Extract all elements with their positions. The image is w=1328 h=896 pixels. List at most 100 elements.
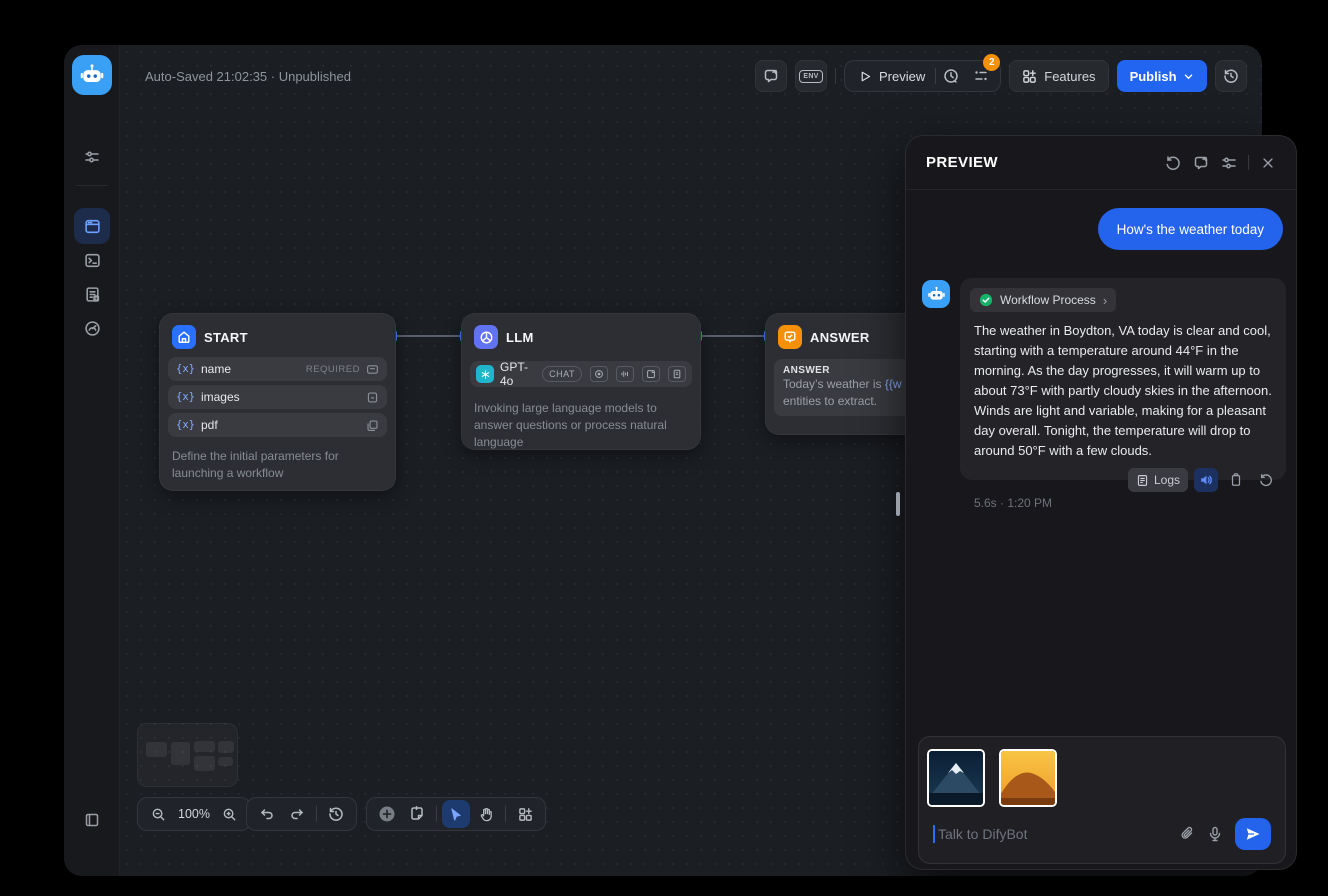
edge-llm-answer bbox=[701, 335, 765, 337]
required-tag: REQUIRED bbox=[306, 364, 360, 375]
settings-sliders-icon[interactable] bbox=[84, 149, 100, 165]
chat-input-field[interactable] bbox=[938, 826, 1173, 842]
features-button-label: Features bbox=[1044, 69, 1095, 84]
audio-capability-icon bbox=[616, 366, 634, 382]
field-name: images bbox=[201, 390, 354, 404]
change-history-button[interactable] bbox=[322, 800, 350, 828]
debug-chat-icon[interactable] bbox=[1187, 149, 1215, 177]
node-start-title: START bbox=[204, 330, 248, 345]
env-variables-button[interactable]: ENV bbox=[795, 60, 827, 92]
home-icon bbox=[172, 325, 196, 349]
app-sidebar bbox=[64, 45, 120, 876]
logs-button-label: Logs bbox=[1154, 473, 1180, 487]
edit-toolbar bbox=[366, 797, 546, 831]
zoom-in-button[interactable] bbox=[216, 800, 244, 828]
speaker-icon[interactable] bbox=[1194, 468, 1218, 492]
message-actions: Logs bbox=[1128, 468, 1278, 492]
bot-message-card: Workflow Process › The weather in Boydto… bbox=[960, 278, 1286, 480]
chat-mode-badge: CHAT bbox=[542, 366, 582, 382]
image-field-icon bbox=[366, 391, 379, 404]
message-meta: 5.6s · 1:20 PM bbox=[974, 496, 1052, 510]
pointer-tool-button[interactable] bbox=[442, 800, 470, 828]
sidebar-item-monitoring[interactable] bbox=[74, 310, 110, 346]
preview-resize-handle[interactable] bbox=[896, 492, 900, 516]
field-name: pdf bbox=[201, 418, 354, 432]
answer-text-part: Today’s weather is bbox=[783, 377, 885, 391]
user-message-bubble: How's the weather today bbox=[1098, 208, 1283, 250]
undo-button[interactable] bbox=[253, 800, 281, 828]
play-icon bbox=[859, 70, 872, 83]
llm-model-selector[interactable]: GPT-4o CHAT bbox=[470, 361, 692, 387]
answer-icon bbox=[778, 325, 802, 349]
autosave-status: Auto-Saved 21:02:35 · Unpublished bbox=[145, 69, 351, 84]
publish-button[interactable]: Publish bbox=[1117, 60, 1207, 92]
logs-icon bbox=[1136, 474, 1149, 487]
bot-message-text: The weather in Boydton, VA today is clea… bbox=[960, 312, 1286, 477]
organize-layout-button[interactable] bbox=[511, 800, 539, 828]
text-caret bbox=[933, 825, 935, 843]
node-start[interactable]: START {x} name REQUIRED {x} images {x} p… bbox=[159, 313, 396, 491]
image-capability-icon bbox=[642, 366, 660, 382]
restart-conversation-icon[interactable] bbox=[1159, 149, 1187, 177]
close-icon[interactable] bbox=[1254, 149, 1282, 177]
canvas-minimap[interactable] bbox=[137, 723, 238, 787]
topbar-actions: ENV Preview 2 Features Publish bbox=[755, 60, 1247, 92]
redo-button[interactable] bbox=[283, 800, 311, 828]
send-button[interactable] bbox=[1235, 818, 1271, 850]
edge-start-llm bbox=[396, 335, 461, 337]
workflow-process-toggle[interactable]: Workflow Process › bbox=[970, 288, 1116, 312]
openai-icon bbox=[476, 365, 494, 383]
workflow-process-label: Workflow Process bbox=[1000, 293, 1096, 307]
llm-model-name: GPT-4o bbox=[500, 360, 536, 388]
variable-prefix: {x} bbox=[176, 363, 195, 375]
variable-prefix: {x} bbox=[176, 419, 195, 431]
send-plane-icon bbox=[1245, 826, 1261, 842]
app-logo-robot-icon[interactable] bbox=[72, 55, 112, 95]
preview-settings-icon[interactable] bbox=[1215, 149, 1243, 177]
zoom-out-button[interactable] bbox=[144, 800, 172, 828]
start-field-pdf[interactable]: {x} pdf bbox=[168, 413, 387, 437]
microphone-icon[interactable] bbox=[1201, 820, 1229, 848]
node-llm-title: LLM bbox=[506, 330, 534, 345]
collapse-sidebar-icon[interactable] bbox=[84, 812, 100, 828]
sidebar-item-api[interactable] bbox=[74, 242, 110, 278]
preview-button-label: Preview bbox=[879, 69, 925, 84]
sidebar-item-logs[interactable] bbox=[74, 276, 110, 312]
toolbar-divider bbox=[835, 68, 836, 84]
logs-button[interactable]: Logs bbox=[1128, 468, 1188, 492]
version-history-button[interactable] bbox=[1215, 60, 1247, 92]
attachment-mountain-sunset-photo[interactable] bbox=[999, 749, 1057, 807]
attachment-mountain-night-photo[interactable] bbox=[927, 749, 985, 807]
sidebar-item-orchestrate[interactable] bbox=[74, 208, 110, 244]
copy-icon[interactable] bbox=[1224, 468, 1248, 492]
preview-run-button[interactable]: Preview bbox=[849, 61, 935, 91]
node-start-description: Define the initial parameters for launch… bbox=[160, 441, 395, 494]
run-history-icon[interactable] bbox=[936, 61, 966, 91]
publish-button-label: Publish bbox=[1130, 69, 1177, 84]
chat-input-row bbox=[933, 819, 1271, 849]
start-field-name[interactable]: {x} name REQUIRED bbox=[168, 357, 387, 381]
start-field-images[interactable]: {x} images bbox=[168, 385, 387, 409]
zoom-level[interactable]: 100% bbox=[174, 807, 214, 821]
node-llm[interactable]: LLM GPT-4o CHAT Invoking large language … bbox=[461, 313, 701, 450]
preview-title: PREVIEW bbox=[926, 154, 1159, 171]
add-node-button[interactable] bbox=[373, 800, 401, 828]
preview-panel: PREVIEW How's the weather today Workflow… bbox=[905, 135, 1297, 870]
document-capability-icon bbox=[668, 366, 686, 382]
features-button[interactable]: Features bbox=[1009, 60, 1108, 92]
hand-tool-button[interactable] bbox=[472, 800, 500, 828]
chevron-down-icon bbox=[1183, 71, 1194, 82]
add-note-button[interactable] bbox=[403, 800, 431, 828]
chat-debug-icon[interactable] bbox=[755, 60, 787, 92]
checklist-icon[interactable]: 2 bbox=[966, 61, 996, 91]
regenerate-icon[interactable] bbox=[1254, 468, 1278, 492]
history-toolbar bbox=[246, 797, 357, 831]
attachment-paperclip-icon[interactable] bbox=[1173, 820, 1201, 848]
chevron-right-icon: › bbox=[1103, 293, 1107, 308]
checklist-count-badge: 2 bbox=[983, 54, 1000, 71]
answer-text-part2: entities to extract. bbox=[783, 394, 877, 408]
chat-input-card bbox=[918, 736, 1286, 864]
vision-capability-icon bbox=[590, 366, 608, 382]
answer-variable-ref: {{w bbox=[885, 377, 902, 391]
preview-header: PREVIEW bbox=[906, 136, 1296, 190]
